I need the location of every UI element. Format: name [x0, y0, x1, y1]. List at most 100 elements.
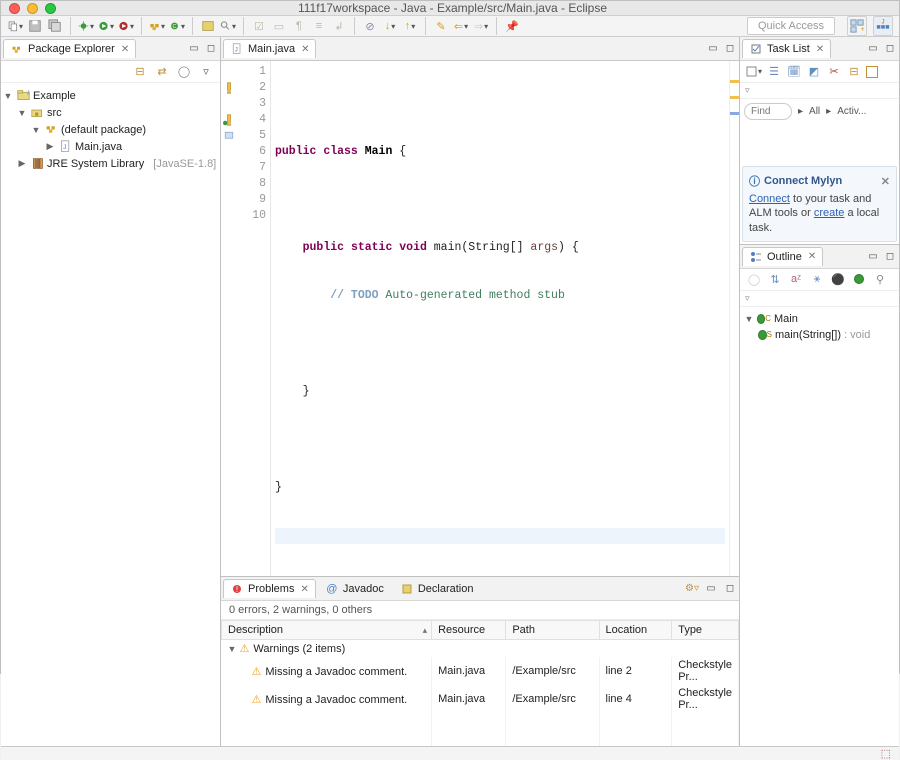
collapse-all-button[interactable]: ⊟: [132, 64, 148, 80]
package-node[interactable]: ▼ (default package): [3, 121, 218, 138]
synchronize-button[interactable]: ✂: [826, 64, 842, 80]
jre-node[interactable]: ▶ JRE System Library [JavaSE-1.8]: [3, 155, 218, 172]
col-resource[interactable]: Resource: [432, 621, 506, 640]
problem-row[interactable]: ⚠Missing a Javadoc comment. Main.java/Ex…: [222, 657, 739, 685]
hide-nonpublic-button[interactable]: ⚫: [830, 271, 846, 287]
focus-workweek-button[interactable]: ◩: [806, 64, 822, 80]
file-node[interactable]: ▶ J Main.java: [3, 138, 218, 155]
close-view-icon[interactable]: ✕: [121, 44, 129, 55]
close-view-icon[interactable]: ✕: [808, 251, 816, 262]
expand-icon[interactable]: ▶: [45, 141, 55, 152]
skip-breakpoints-button[interactable]: ⊘: [362, 18, 378, 34]
view-menu-button[interactable]: ▿: [740, 291, 899, 307]
hide-static-button[interactable]: ⚹: [809, 271, 825, 287]
new-java-package-button[interactable]: [149, 18, 165, 34]
warning-marker-icon[interactable]: [221, 80, 237, 96]
run-button[interactable]: [98, 18, 114, 34]
categorized-button[interactable]: ☰: [766, 64, 782, 80]
coverage-button[interactable]: [118, 18, 134, 34]
src-folder-node[interactable]: ▼ src: [3, 104, 218, 121]
maximize-view-button[interactable]: ◻: [883, 42, 897, 56]
java-perspective-button[interactable]: J: [873, 16, 893, 36]
create-task-link[interactable]: create: [814, 207, 845, 219]
col-path[interactable]: Path: [506, 621, 599, 640]
minimize-view-button[interactable]: ▭: [866, 42, 880, 56]
close-window-button[interactable]: [9, 3, 20, 14]
link-editor-button[interactable]: ⇄: [154, 64, 170, 80]
save-all-button[interactable]: [47, 18, 63, 34]
expand-icon[interactable]: ▼: [228, 644, 237, 654]
problems-table[interactable]: Description▴ Resource Path Location Type…: [221, 620, 739, 746]
minimize-editor-button[interactable]: ▭: [706, 42, 720, 56]
toggle-block-selection-button[interactable]: ▭: [271, 18, 287, 34]
declaration-tab[interactable]: Declaration: [393, 579, 481, 598]
problems-tab[interactable]: ! Problems ✕: [223, 579, 316, 598]
maximize-view-button[interactable]: ◻: [723, 582, 737, 596]
overview-ruler[interactable]: [729, 61, 739, 576]
focus-task-button[interactable]: ◯: [176, 64, 192, 80]
toggle-mark-occurrences-button[interactable]: ☑: [251, 18, 267, 34]
link-editor-button[interactable]: ⚲: [872, 271, 888, 287]
outline-tab[interactable]: Outline ✕: [742, 247, 823, 266]
expand-icon[interactable]: ▶: [17, 158, 27, 169]
code-editor[interactable]: 1 2 3 4 5 6 7 8 9 10 public class Main {…: [221, 61, 739, 576]
toggle-breadcrumb-button[interactable]: ≡: [311, 18, 327, 34]
quick-access-field[interactable]: Quick Access: [747, 17, 835, 35]
view-menu-button[interactable]: ▿: [740, 83, 899, 99]
open-perspective-button[interactable]: +: [847, 16, 867, 36]
annotation-ruler[interactable]: [221, 61, 237, 576]
new-task-button[interactable]: [746, 64, 762, 80]
find-input[interactable]: [744, 103, 792, 120]
activate-link[interactable]: Activ...: [837, 106, 866, 117]
focus-active-task-button[interactable]: ◯: [746, 271, 762, 287]
prev-annotation-button[interactable]: ↑: [402, 18, 418, 34]
minimize-view-button[interactable]: ▭: [187, 42, 201, 56]
open-type-button[interactable]: [200, 18, 216, 34]
code-content[interactable]: public class Main { public static void m…: [271, 61, 729, 576]
expand-icon[interactable]: ▼: [31, 125, 41, 135]
close-view-icon[interactable]: ✕: [300, 584, 308, 595]
collapse-all-button[interactable]: ⊟: [846, 64, 862, 80]
problem-row[interactable]: ⚠Missing a Javadoc comment. Main.java/Ex…: [222, 685, 739, 713]
back-button[interactable]: ⇐: [453, 18, 469, 34]
close-view-icon[interactable]: ✕: [816, 44, 824, 55]
next-annotation-button[interactable]: ↓: [382, 18, 398, 34]
package-explorer-tab[interactable]: Package Explorer ✕: [3, 39, 136, 58]
new-button[interactable]: [7, 18, 23, 34]
hide-fields-button[interactable]: aᶻ: [788, 271, 804, 287]
zoom-window-button[interactable]: [45, 3, 56, 14]
outline-method-node[interactable]: S main(String[]) : void: [744, 327, 895, 343]
scheduled-button[interactable]: 🗓: [786, 64, 802, 80]
maximize-view-button[interactable]: ◻: [883, 249, 897, 263]
project-node[interactable]: ▼ J Example: [3, 87, 218, 104]
outline-class-node[interactable]: ▼ C Main: [744, 311, 895, 327]
connect-link[interactable]: Connect: [749, 193, 790, 205]
expand-icon[interactable]: ▼: [17, 108, 27, 118]
sort-button[interactable]: ⇅: [767, 271, 783, 287]
hide-local-button[interactable]: [851, 271, 867, 287]
col-description[interactable]: Description▴: [222, 621, 432, 640]
package-explorer-tree[interactable]: ▼ J Example ▼ src ▼ (default package) ▶ …: [1, 83, 220, 746]
minimize-view-button[interactable]: ▭: [866, 249, 880, 263]
hide-completed-button[interactable]: [866, 66, 878, 78]
minimize-window-button[interactable]: [27, 3, 38, 14]
expand-icon[interactable]: ▼: [3, 91, 13, 101]
task-marker-icon[interactable]: [223, 130, 235, 142]
maximize-view-button[interactable]: ◻: [204, 42, 218, 56]
maximize-editor-button[interactable]: ◻: [723, 42, 737, 56]
outline-tree[interactable]: ▼ C Main S main(String[]) : void: [740, 307, 899, 347]
close-icon[interactable]: ✕: [881, 175, 890, 188]
view-menu-button[interactable]: ⚙▿: [685, 582, 699, 596]
pin-editor-button[interactable]: 📌: [504, 18, 520, 34]
save-button[interactable]: [27, 18, 43, 34]
warning-marker-icon[interactable]: [221, 112, 237, 128]
expand-icon[interactable]: ▼: [744, 314, 754, 324]
task-list-tab[interactable]: Task List ✕: [742, 39, 831, 58]
toggle-word-wrap-button[interactable]: ↲: [331, 18, 347, 34]
line-number-ruler[interactable]: 1 2 3 4 5 6 7 8 9 10: [237, 61, 271, 576]
show-whitespace-button[interactable]: ¶: [291, 18, 307, 34]
close-editor-icon[interactable]: ✕: [301, 44, 309, 55]
col-type[interactable]: Type: [672, 621, 739, 640]
editor-tab-main[interactable]: J Main.java ✕: [223, 39, 316, 58]
minimize-view-button[interactable]: ▭: [704, 582, 718, 596]
